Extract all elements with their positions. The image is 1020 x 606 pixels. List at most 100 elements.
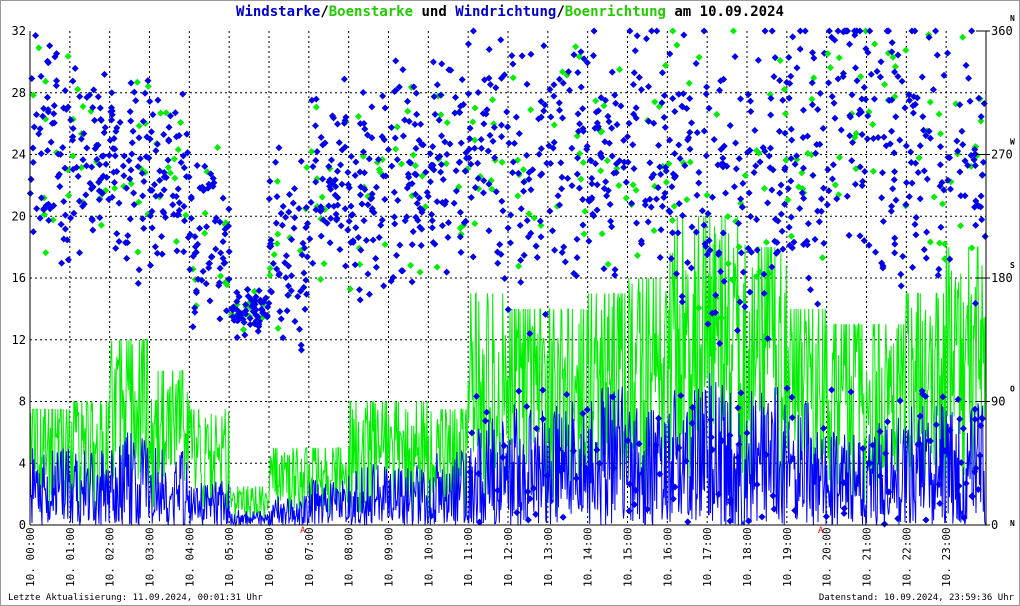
- wind-direction-point: [44, 93, 52, 101]
- wind-direction-point: [911, 220, 919, 228]
- gust-direction-point: [519, 166, 527, 174]
- wind-direction-point: [872, 248, 880, 256]
- wind-direction-point: [408, 278, 416, 286]
- wind-direction-point: [575, 184, 583, 192]
- wind-direction-point: [630, 69, 638, 77]
- gust-direction-point: [782, 156, 790, 164]
- wind-direction-point: [629, 81, 637, 89]
- wind-direction-point: [840, 505, 848, 513]
- wind-direction-point: [781, 129, 789, 137]
- gust-direction-point: [615, 181, 623, 189]
- wind-direction-point: [776, 77, 784, 85]
- y-right-tick-label: 270: [991, 148, 1013, 162]
- wind-direction-point: [71, 64, 79, 72]
- wind-direction-point: [313, 148, 321, 156]
- wind-direction-point: [968, 27, 976, 35]
- gust-direction-point: [650, 227, 658, 235]
- compass-label: O: [1010, 385, 1015, 394]
- wind-direction-point: [848, 91, 856, 99]
- gust-direction-point: [622, 194, 630, 202]
- wind-direction-point: [737, 195, 745, 203]
- wind-direction-point: [753, 216, 761, 224]
- wind-direction-point: [497, 121, 505, 129]
- wind-direction-point: [484, 147, 492, 155]
- wind-direction-point: [409, 228, 417, 236]
- wind-direction-point: [767, 111, 775, 119]
- wind-direction-point: [758, 513, 766, 521]
- wind-direction-point: [533, 253, 541, 261]
- x-tick-label: 10. 04:00: [183, 527, 196, 587]
- wind-direction-point: [391, 134, 399, 142]
- wind-direction-point: [485, 45, 493, 53]
- x-tick-label: 10. 01:00: [64, 527, 77, 587]
- wind-direction-point: [275, 144, 283, 152]
- event-marker: A: [818, 526, 824, 536]
- wind-direction-point: [69, 77, 77, 85]
- wind-direction-point: [834, 27, 842, 35]
- wind-direction-point: [33, 205, 41, 213]
- gust-direction-point: [266, 271, 274, 279]
- wind-direction-point: [412, 89, 420, 97]
- wind-direction-point: [863, 135, 871, 143]
- wind-direction-point: [707, 416, 715, 424]
- wind-direction-point: [867, 70, 875, 78]
- gust-direction-point: [662, 61, 670, 69]
- x-tick-label: 10. 22:00: [900, 527, 913, 587]
- wind-direction-point: [829, 161, 837, 169]
- wind-direction-point: [814, 300, 822, 308]
- gust-direction-point: [741, 172, 749, 180]
- wind-direction-point: [877, 58, 885, 66]
- wind-direction-point: [819, 424, 827, 432]
- wind-direction-point: [657, 226, 665, 234]
- y-left-tick-label: 8: [19, 395, 26, 409]
- gust-direction-point: [133, 78, 141, 86]
- wind-direction-point: [698, 207, 706, 215]
- wind-direction-point: [912, 213, 920, 221]
- wind-direction-point: [611, 266, 619, 274]
- gust-direction-point: [673, 41, 681, 49]
- wind-direction-point: [391, 220, 399, 228]
- wind-direction-point: [547, 113, 555, 121]
- wind-direction-point: [368, 103, 376, 111]
- wind-direction-point: [29, 228, 37, 236]
- wind-direction-point: [120, 172, 128, 180]
- wind-direction-point: [501, 275, 509, 283]
- gust-direction-point: [214, 144, 222, 152]
- wind-direction-point: [377, 221, 385, 229]
- wind-direction-point: [517, 278, 525, 286]
- gust-direction-point: [871, 40, 879, 48]
- wind-direction-point: [279, 202, 287, 210]
- wind-direction-point: [806, 286, 814, 294]
- wind-direction-point: [517, 256, 525, 264]
- wind-direction-point: [361, 125, 369, 133]
- wind-direction-point: [169, 201, 177, 209]
- wind-direction-point: [717, 267, 725, 275]
- compass-label: S: [1010, 261, 1015, 270]
- wind-direction-point: [76, 92, 84, 100]
- wind-direction-point: [203, 223, 211, 231]
- x-tick-label: 10. 00:00: [24, 527, 37, 587]
- wind-direction-point: [69, 124, 77, 132]
- wind-direction-point: [372, 183, 380, 191]
- wind-direction-point: [744, 90, 752, 98]
- wind-direction-point: [770, 73, 778, 81]
- wind-direction-point: [820, 239, 828, 247]
- wind-direction-point: [978, 171, 986, 179]
- wind-direction-point: [907, 148, 915, 156]
- wind-direction-point: [756, 158, 764, 166]
- wind-direction-point: [50, 110, 58, 118]
- wind-direction-point: [123, 254, 131, 262]
- gust-direction-point: [810, 74, 818, 82]
- wind-direction-point: [443, 150, 451, 158]
- wind-direction-point: [89, 226, 97, 234]
- wind-direction-point: [44, 147, 52, 155]
- wind-direction-point: [777, 181, 785, 189]
- wind-direction-point: [384, 146, 392, 154]
- wind-direction-point: [180, 217, 188, 225]
- wind-direction-point: [693, 191, 701, 199]
- wind-direction-point: [929, 86, 937, 94]
- wind-direction-point: [148, 224, 156, 232]
- wind-direction-point: [686, 94, 694, 102]
- wind-direction-point: [127, 166, 135, 174]
- wind-direction-point: [608, 68, 616, 76]
